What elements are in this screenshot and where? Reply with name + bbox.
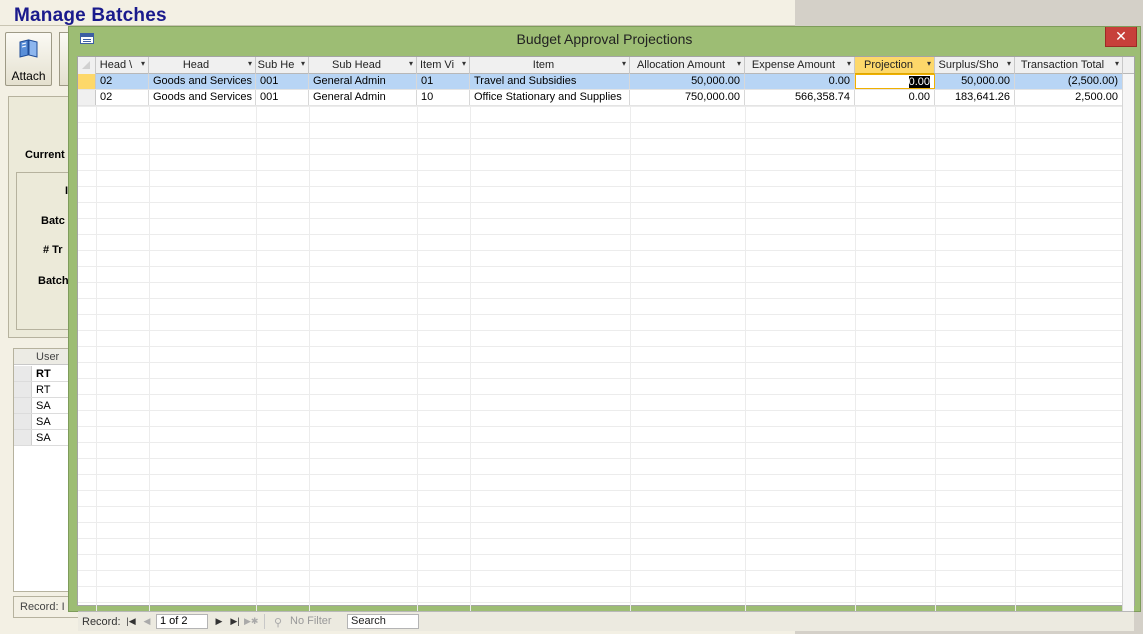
background-record-label: Record: I: [20, 601, 65, 613]
cell-item[interactable]: Office Stationary and Supplies: [470, 90, 630, 105]
cell-allocation-amount[interactable]: 750,000.00: [630, 90, 745, 105]
close-button[interactable]: ✕: [1105, 27, 1137, 47]
col-header-projection[interactable]: Projection ▾: [855, 57, 935, 74]
col-header-head-vote[interactable]: Head \ ▾: [96, 57, 149, 74]
user-column-header: User: [36, 351, 60, 363]
select-all-corner[interactable]: [78, 57, 96, 74]
cell-transaction-total[interactable]: (2,500.00): [1015, 74, 1123, 89]
cell-sub-head-code[interactable]: 001: [256, 90, 309, 105]
filter-arrow-icon: ▾: [461, 59, 466, 68]
col-header-transaction-total[interactable]: Transaction Total ▾: [1015, 57, 1123, 74]
list-item[interactable]: RT: [14, 382, 73, 398]
window-title: Budget Approval Projections: [516, 31, 693, 47]
table-row[interactable]: 02 Goods and Services 001 General Admin …: [78, 74, 1123, 90]
filter-arrow-icon: ▾: [1006, 59, 1011, 68]
cell-head[interactable]: Goods and Services: [149, 90, 256, 105]
filter-arrow-icon: ▾: [926, 59, 931, 68]
col-header-item-vote[interactable]: Item Vi ▾: [417, 57, 470, 74]
cell-sub-head[interactable]: General Admin: [309, 74, 417, 89]
budget-approval-window: Budget Approval Projections ✕ Head \ ▾ He…: [68, 26, 1141, 631]
filter-arrow-icon: ▾: [300, 59, 305, 68]
col-header-item[interactable]: Item ▾: [470, 57, 630, 74]
vertical-scrollbar[interactable]: [1122, 74, 1134, 611]
record-position-input[interactable]: 1 of 2: [156, 614, 208, 629]
user-cell: RT: [36, 368, 51, 380]
app-header: Manage Batches: [0, 0, 795, 26]
projection-input[interactable]: 0.00: [855, 74, 935, 89]
filter-arrow-icon: ▾: [621, 59, 626, 68]
last-record-button[interactable]: ▶|: [228, 614, 242, 628]
list-item[interactable]: SA: [14, 414, 73, 430]
cell-head-vote[interactable]: 02: [96, 90, 149, 105]
col-header-allocation-amount[interactable]: Allocation Amount ▾: [630, 57, 745, 74]
cell-sub-head[interactable]: General Admin: [309, 90, 417, 105]
no-filter-button[interactable]: No Filter: [290, 615, 332, 627]
attach-label: Attach: [11, 69, 46, 83]
list-item[interactable]: SA: [14, 430, 73, 446]
col-header-sub-head[interactable]: Sub Head ▾: [309, 57, 417, 74]
first-record-button[interactable]: |◀: [124, 614, 138, 628]
filter-icon: ⚲: [274, 617, 283, 629]
table-row[interactable]: 02 Goods and Services 001 General Admin …: [78, 90, 1123, 106]
current-label: Current: [25, 149, 65, 161]
cell-expense-amount[interactable]: 0.00: [745, 74, 855, 89]
batch-status-label: Batch: [38, 275, 69, 287]
col-header-sub-head-code[interactable]: Sub He ▾: [256, 57, 309, 74]
cell-item-vote[interactable]: 10: [417, 90, 470, 105]
filter-arrow-icon: ▾: [1114, 59, 1119, 68]
cell-expense-amount[interactable]: 566,358.74: [745, 90, 855, 105]
page-title: Manage Batches: [14, 5, 167, 26]
next-record-button[interactable]: ▶: [212, 614, 226, 628]
column-header-row: Head \ ▾ Head ▾ Sub He ▾ Sub Head ▾ Item Vi ▾…: [78, 57, 1134, 74]
col-header-head[interactable]: Head ▾: [149, 57, 256, 74]
row-selector[interactable]: [78, 90, 96, 105]
cell-surplus-shortfall[interactable]: 183,641.26: [935, 90, 1015, 105]
cell-head-vote[interactable]: 02: [96, 74, 149, 89]
record-navigation-bar: Record: |◀ ◀ 1 of 2 ▶ ▶| ▶✱ ⚲ No Filter …: [78, 611, 1134, 631]
user-grid: User RT RT SA SA SA: [13, 348, 74, 592]
transactions-label: # Tr: [43, 244, 63, 256]
cell-transaction-total[interactable]: 2,500.00: [1015, 90, 1123, 105]
row-selector[interactable]: [78, 74, 96, 89]
user-cell: SA: [36, 400, 51, 412]
cell-item[interactable]: Travel and Subsidies: [470, 74, 630, 89]
user-cell: SA: [36, 416, 51, 428]
book-icon: [19, 39, 38, 58]
search-input[interactable]: Search: [347, 614, 419, 629]
filter-arrow-icon: ▾: [736, 59, 741, 68]
user-cell: RT: [36, 384, 51, 396]
previous-record-button[interactable]: ◀: [140, 614, 154, 628]
filter-arrow-icon: ▾: [408, 59, 413, 68]
projection-value: 0.00: [908, 76, 930, 88]
filter-arrow-icon: ▾: [846, 59, 851, 68]
attach-button[interactable]: Attach: [5, 32, 52, 86]
cell-sub-head-code[interactable]: 001: [256, 74, 309, 89]
record-label: Record:: [82, 616, 121, 628]
col-header-expense-amount[interactable]: Expense Amount ▾: [745, 57, 855, 74]
batch-label: Batc: [41, 215, 65, 227]
user-grid-header[interactable]: User: [14, 349, 73, 365]
filter-arrow-icon: ▾: [247, 59, 252, 68]
list-item[interactable]: RT: [14, 366, 73, 382]
cell-item-vote[interactable]: 01: [417, 74, 470, 89]
batch-details-box: I Batc # Tr Batch: [16, 172, 74, 330]
list-item[interactable]: SA: [14, 398, 73, 414]
cell-head[interactable]: Goods and Services: [149, 74, 256, 89]
col-header-surplus-shortfall[interactable]: Surplus/Sho ▾: [935, 57, 1015, 74]
cell-projection[interactable]: 0.00: [855, 90, 935, 105]
filter-arrow-icon: ▾: [140, 59, 145, 68]
projection-datasheet: Head \ ▾ Head ▾ Sub He ▾ Sub Head ▾ Item Vi ▾…: [77, 56, 1135, 631]
cell-allocation-amount[interactable]: 50,000.00: [630, 74, 745, 89]
cell-surplus-shortfall[interactable]: 50,000.00: [935, 74, 1015, 89]
user-cell: SA: [36, 432, 51, 444]
new-record-button[interactable]: ▶✱: [244, 614, 258, 628]
